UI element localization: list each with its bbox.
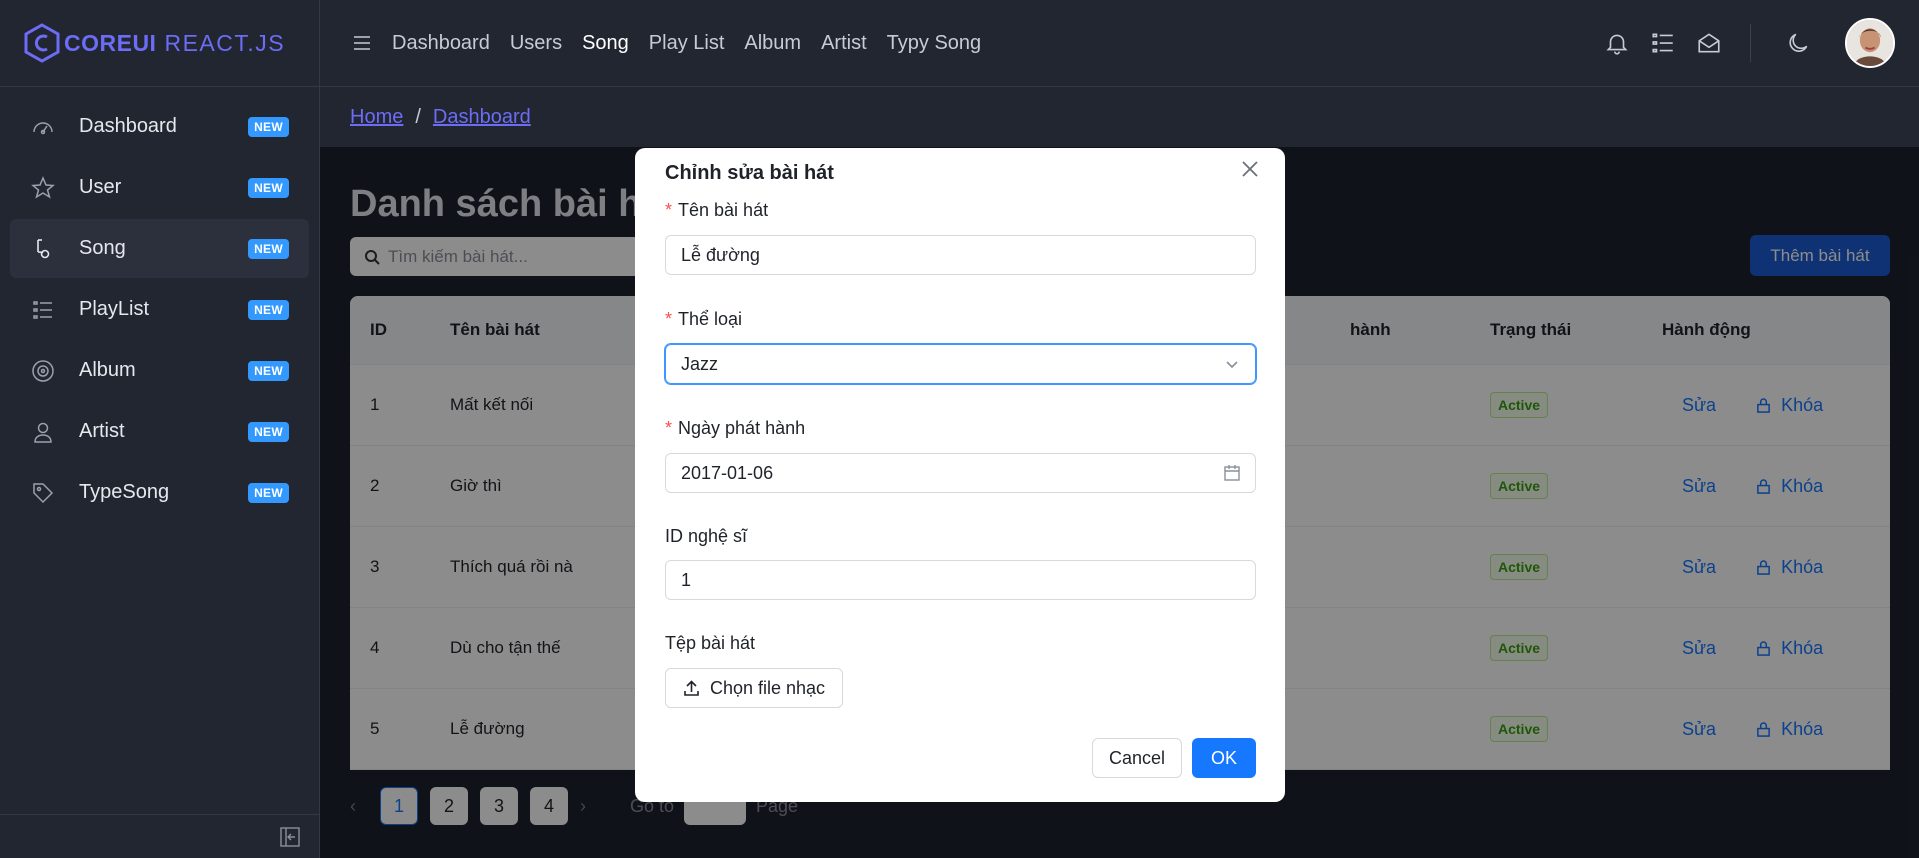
topnav-album[interactable]: Album — [744, 32, 801, 55]
genre-label-text: Thể loại — [678, 309, 743, 329]
topnav-dashboard[interactable]: Dashboard — [392, 32, 490, 55]
coreui-logo-icon — [24, 23, 60, 63]
top-nav: Dashboard Users Song Play List Album Art… — [392, 32, 1001, 55]
new-badge: NEW — [248, 116, 289, 137]
user-avatar-icon — [1847, 20, 1893, 66]
topnav-users[interactable]: Users — [510, 32, 562, 55]
brand-name-light: REACT.JS — [164, 29, 286, 56]
brand-name-bold: COREUI — [64, 29, 157, 56]
sidebar-item-user[interactable]: User NEW — [10, 158, 309, 217]
choose-file-button[interactable]: Chọn file nhạc — [665, 668, 843, 708]
avatar[interactable] — [1845, 18, 1895, 68]
release-date-picker[interactable]: 2017-01-06 — [665, 453, 1256, 493]
song-name-value: Lễ đường — [681, 244, 760, 265]
ok-button[interactable]: OK — [1192, 738, 1256, 778]
hamburger-menu-icon[interactable] — [350, 31, 374, 55]
moon-icon[interactable] — [1785, 30, 1811, 56]
sidebar-item-album[interactable]: Album NEW — [10, 341, 309, 400]
sidebar-item-label: TypeSong — [79, 481, 170, 503]
sidebar-footer — [0, 814, 320, 858]
topnav-song[interactable]: Song — [582, 32, 629, 55]
release-date-label-text: Ngày phát hành — [678, 418, 806, 438]
header-divider — [1750, 24, 1751, 62]
sidebar: COREUI REACT.JS Dashboard NEW User NEW S… — [0, 0, 320, 858]
sidebar-item-label: Artist — [79, 420, 125, 442]
new-badge: NEW — [248, 421, 289, 442]
tag-icon — [31, 480, 57, 506]
release-date-label: * Ngày phát hành — [665, 418, 805, 439]
calendar-icon — [1224, 465, 1240, 481]
artist-id-value: 1 — [681, 569, 692, 590]
sidebar-item-song[interactable]: Song NEW — [10, 219, 309, 278]
sidebar-item-label: Album — [79, 359, 136, 381]
sidebar-item-label: Song — [79, 237, 126, 259]
song-name-input[interactable]: Lễ đường — [665, 235, 1256, 275]
music-note-icon — [31, 236, 57, 262]
breadcrumb-dashboard[interactable]: Dashboard — [433, 106, 531, 129]
topnav-artist[interactable]: Artist — [821, 32, 867, 55]
sidebar-item-typesong[interactable]: TypeSong NEW — [10, 463, 309, 522]
chevron-down-icon — [1226, 361, 1238, 369]
edit-song-modal: Chỉnh sửa bài hát * Tên bài hát Lễ đường … — [635, 148, 1285, 802]
artist-id-label: ID nghệ sĩ — [665, 526, 748, 546]
genre-value: Jazz — [681, 353, 719, 374]
breadcrumb-separator: / — [415, 105, 421, 128]
disc-icon — [31, 358, 57, 384]
breadcrumb: Home / Dashboard — [320, 87, 1919, 147]
list-icon — [31, 297, 57, 323]
song-name-label-text: Tên bài hát — [678, 200, 769, 220]
new-badge: NEW — [248, 299, 289, 320]
top-header: Dashboard Users Song Play List Album Art… — [320, 0, 1919, 87]
artist-id-input[interactable]: 1 — [665, 560, 1256, 600]
upload-icon — [684, 679, 699, 696]
required-mark: * — [665, 200, 673, 220]
bell-icon[interactable] — [1604, 30, 1630, 56]
genre-select[interactable]: Jazz — [665, 344, 1256, 384]
breadcrumb-home[interactable]: Home — [350, 106, 403, 129]
new-badge: NEW — [248, 360, 289, 381]
speedometer-icon — [31, 114, 57, 140]
sidebar-item-dashboard[interactable]: Dashboard NEW — [10, 97, 309, 156]
star-icon — [31, 175, 57, 201]
task-list-icon[interactable] — [1650, 30, 1676, 56]
topnav-typy-song[interactable]: Typy Song — [887, 32, 982, 55]
modal-title: Chỉnh sửa bài hát — [665, 162, 834, 184]
sidebar-item-label: User — [79, 176, 122, 198]
choose-file-label: Chọn file nhạc — [709, 677, 826, 698]
brand-logo[interactable]: COREUI REACT.JS — [0, 0, 319, 87]
genre-label: * Thể loại — [665, 309, 742, 330]
cancel-button[interactable]: Cancel — [1092, 738, 1182, 778]
topnav-playlist[interactable]: Play List — [649, 32, 725, 55]
sidebar-item-playlist[interactable]: PlayList NEW — [10, 280, 309, 339]
envelope-open-icon[interactable] — [1696, 30, 1722, 56]
sidebar-item-label: PlayList — [79, 298, 150, 320]
sidebar-item-artist[interactable]: Artist NEW — [10, 402, 309, 461]
sidebar-collapse-icon[interactable] — [280, 827, 300, 847]
new-badge: NEW — [248, 238, 289, 259]
header-actions — [1584, 18, 1919, 68]
new-badge: NEW — [248, 482, 289, 503]
song-file-label: Tệp bài hát — [665, 633, 756, 653]
sidebar-nav: Dashboard NEW User NEW Song NEW PlayList… — [0, 87, 319, 534]
sidebar-item-label: Dashboard — [79, 115, 177, 137]
song-name-label: * Tên bài hát — [665, 200, 768, 221]
person-icon — [31, 419, 57, 445]
release-date-value: 2017-01-06 — [681, 462, 774, 483]
required-mark: * — [665, 309, 673, 329]
required-mark: * — [665, 418, 673, 438]
close-icon[interactable] — [1239, 158, 1261, 180]
new-badge: NEW — [248, 177, 289, 198]
